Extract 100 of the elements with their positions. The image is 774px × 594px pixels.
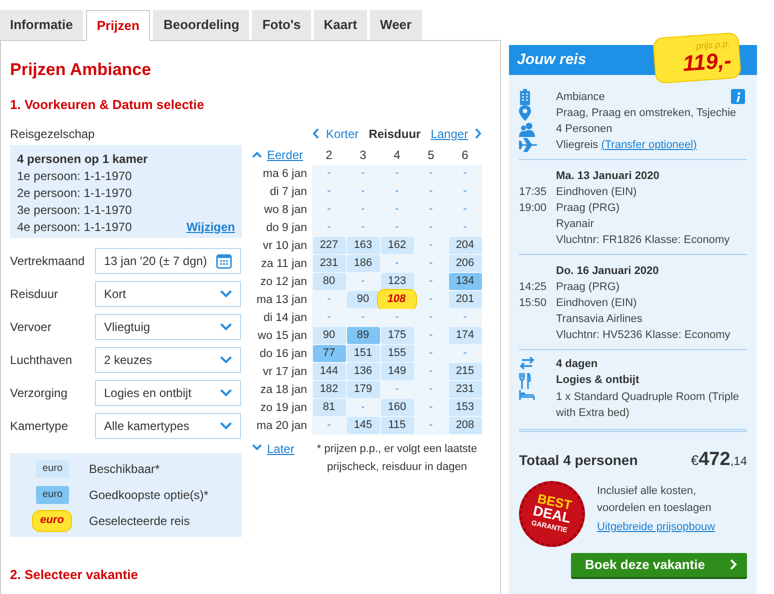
price-cell[interactable]: 155 (380, 345, 414, 362)
tab[interactable]: Beoordeling (153, 10, 250, 40)
date-label: za 11 jan (260, 256, 308, 272)
price-cell[interactable]: 151 (346, 345, 380, 362)
empty-price: - (395, 202, 399, 218)
price-cell[interactable]: 77 (312, 345, 346, 362)
empty-price: - (429, 328, 433, 344)
empty-price: - (361, 220, 365, 236)
transfer-link[interactable]: (Transfer optioneel) (601, 136, 697, 154)
price-cell[interactable]: 179 (346, 381, 380, 398)
price-cell[interactable]: 89 (346, 327, 380, 344)
price-cell[interactable]: 153 (448, 399, 482, 416)
price-cell[interactable]: 144 (312, 363, 346, 380)
select-field[interactable]: Logies en ontbijt (95, 380, 241, 406)
empty-price: - (429, 238, 433, 254)
tab[interactable]: Informatie (0, 10, 83, 40)
price-per-person: 119,- (682, 48, 732, 76)
price-cell[interactable]: 204 (448, 237, 482, 254)
price-cell[interactable]: 80 (312, 273, 346, 290)
tab[interactable]: Kaart (314, 10, 368, 40)
date-label: vr 10 jan (262, 238, 308, 254)
chevron-down-icon (252, 444, 262, 450)
select-field[interactable]: 2 keuzes (95, 346, 241, 372)
tab[interactable]: Prijzen (86, 10, 150, 41)
empty-price: - (361, 400, 365, 416)
empty-price: - (429, 346, 433, 362)
select-field[interactable]: Vliegtuig (95, 314, 241, 340)
price-cell[interactable]: 231 (448, 381, 482, 398)
price-cell[interactable]: 163 (346, 237, 380, 254)
bed-icon (519, 390, 535, 400)
price-cell[interactable]: 145 (346, 417, 380, 434)
empty-price: - (395, 220, 399, 236)
empty-price: - (429, 418, 433, 434)
price-cell[interactable]: 81 (312, 399, 346, 416)
inclusive-note: Inclusief alle kosten, voordelen en toeslagen (597, 484, 712, 516)
field-label: Verzorging (10, 384, 68, 402)
arrows-icon (519, 357, 535, 369)
price-cell[interactable]: 134 (448, 273, 482, 290)
flight-info: Vluchtnr: FR1826 Klasse: Economy (556, 232, 730, 248)
price-cell[interactable]: 186 (346, 255, 380, 272)
chevron-right-icon (730, 559, 737, 570)
calendar-icon (216, 252, 232, 268)
date-field[interactable]: 13 jan '20 (± 7 dgn) (95, 248, 241, 274)
price-cell[interactable]: 231 (312, 255, 346, 272)
price-cell[interactable]: 206 (448, 255, 482, 272)
price-cell[interactable]: 174 (448, 327, 482, 344)
shorter-link[interactable]: Korter (326, 124, 359, 142)
empty-price: - (429, 364, 433, 380)
change-link[interactable]: Wijzigen (186, 218, 235, 232)
tab[interactable]: Weer (370, 10, 422, 40)
room-description: 1 x Standard Quadruple Room (Triple with Extra bed) (556, 390, 740, 421)
price-cell[interactable]: 227 (312, 237, 346, 254)
price-cell[interactable]: 162 (380, 237, 414, 254)
later-link[interactable]: Later (252, 440, 312, 476)
people-icon (519, 122, 535, 136)
price-cell[interactable]: 160 (380, 399, 414, 416)
select-field[interactable]: Kort (95, 280, 241, 306)
date-label: ma 6 jan (262, 166, 308, 182)
price-cell[interactable]: 123 (380, 273, 414, 290)
empty-price: - (361, 184, 365, 200)
airline-name: Ryanair (556, 216, 594, 232)
empty-price: - (361, 274, 365, 290)
price-label: prijs p.p. (696, 38, 730, 52)
field-label: Luchthaven (10, 352, 74, 368)
airline-name: Transavia Airlines (556, 312, 642, 327)
price-cell[interactable]: 90 (312, 327, 346, 344)
field-label: Vervoer (10, 318, 52, 336)
longer-link[interactable]: Langer (430, 124, 468, 142)
empty-price: - (361, 166, 365, 182)
tab[interactable]: Foto's (252, 10, 311, 40)
price-cell[interactable]: 215 (448, 363, 482, 380)
price-cell[interactable]: 208 (448, 417, 482, 434)
price-cell[interactable]: 90 (346, 291, 380, 308)
total-cents: ,14 (730, 453, 747, 470)
empty-price: - (429, 274, 433, 290)
price-cell[interactable]: 136 (346, 363, 380, 380)
departure-time: 15:50 (519, 296, 548, 311)
person-birthdate: 4e persoon: 1-1-1970 (17, 218, 132, 232)
location-pin-icon (519, 105, 531, 121)
info-icon[interactable] (731, 89, 745, 104)
price-cell[interactable]: 182 (312, 381, 346, 398)
empty-price: - (463, 166, 467, 182)
date-label: do 9 jan (265, 220, 308, 236)
legend-swatch: euro (36, 486, 69, 504)
empty-price: - (429, 184, 433, 200)
date-label: di 7 jan (268, 184, 308, 200)
section-heading: 1. Voorkeuren & Datum selectie (10, 96, 206, 114)
flight-date: Ma. 13 Januari 2020 (556, 168, 660, 184)
price-cell[interactable]: 201 (448, 291, 482, 308)
price-cell[interactable]: 175 (380, 327, 414, 344)
select-field[interactable]: Alle kamertypes (95, 412, 241, 438)
earlier-link[interactable]: Eerder (252, 146, 312, 164)
airport-name: Praag (PRG) (556, 200, 620, 216)
price-cell[interactable]: 149 (380, 363, 414, 380)
price-breakdown-link[interactable]: Uitgebreide prijsopbouw (597, 518, 747, 536)
departure-time: 17:35 (519, 184, 548, 200)
price-cell[interactable]: 115 (380, 417, 414, 434)
book-button[interactable]: Boek deze vakantie (571, 552, 747, 578)
airport-name: Eindhoven (EIN) (556, 184, 637, 200)
empty-price: - (429, 382, 433, 398)
